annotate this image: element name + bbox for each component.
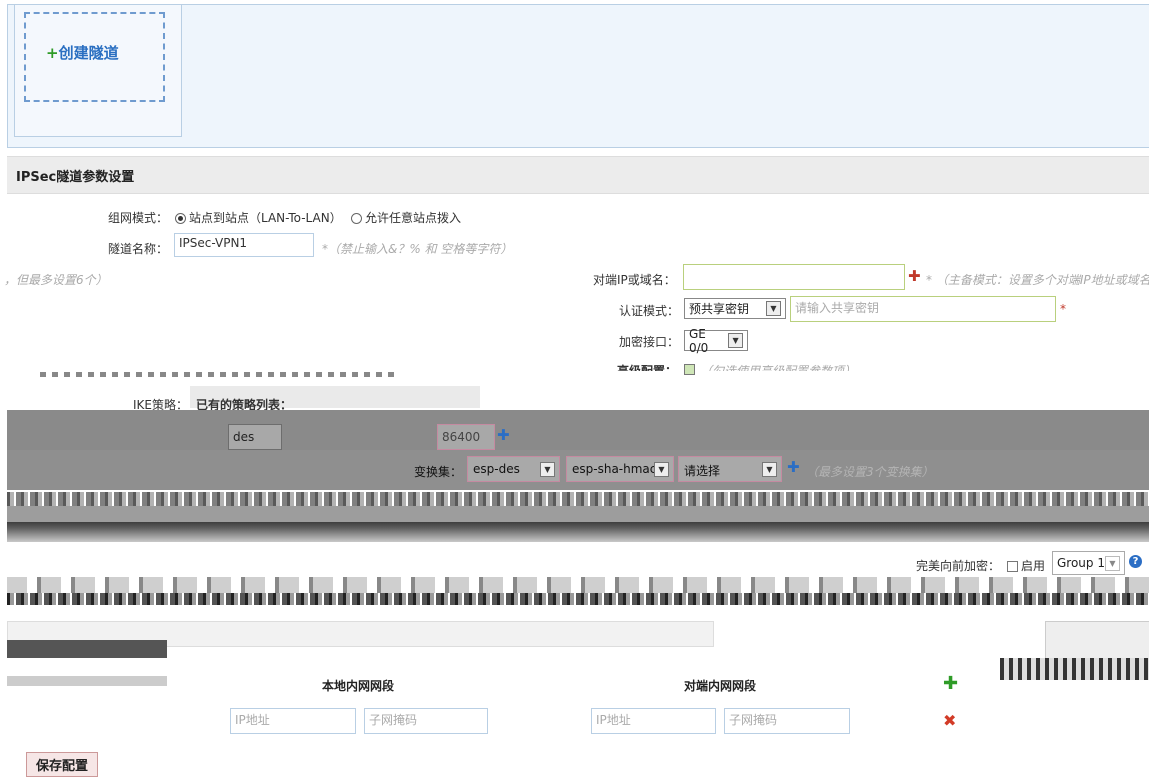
encrypt-iface-label: 加密接口： — [619, 335, 680, 349]
section-header — [7, 156, 1149, 194]
save-config-button[interactable]: 保存配置 — [26, 752, 98, 777]
chevron-down-icon: ▼ — [766, 301, 781, 316]
peer-ip-label: 对端IP或域名： — [593, 273, 676, 287]
glitch-right-panel — [1045, 621, 1149, 663]
pfs-group-value: Group 1 — [1057, 556, 1105, 570]
remove-subnet-icon[interactable]: ✖ — [943, 711, 956, 730]
subnet-table-header — [167, 658, 999, 702]
ike-lifetime-value: 86400 — [442, 430, 481, 444]
chevron-down-icon: ▼ — [540, 462, 555, 477]
radio-lan-to-lan-label: 站点到站点（LAN-To-LAN） — [189, 211, 342, 225]
encrypt-iface-value: GE 0/0 — [689, 326, 709, 355]
checkbox-icon — [684, 364, 695, 375]
create-tunnel-button[interactable]: +创建隧道 — [46, 42, 119, 63]
corrupted-band-1 — [7, 410, 1149, 450]
radio-any-site[interactable]: 允许任意站点拨入 — [351, 209, 461, 226]
transform-label: 变换集： — [414, 465, 463, 479]
pfs-label: 完美向前加密： — [916, 559, 1001, 573]
remote-subnet-header: 对端内网网段 — [684, 679, 757, 693]
chevron-down-icon: ▼ — [728, 333, 743, 348]
glitch-strip — [40, 372, 400, 377]
help-icon[interactable]: ? — [1129, 555, 1142, 568]
network-mode-label: 组网模式： — [108, 211, 169, 225]
create-tunnel-label: 创建隧道 — [58, 44, 119, 62]
left-hint-text: ，但最多设置6个） — [4, 273, 108, 287]
psk-required-mark: * — [1060, 302, 1066, 316]
glitch-dark-1 — [7, 640, 167, 658]
psk-input[interactable]: 请输入共享密钥 — [790, 296, 1056, 322]
tunnel-name-hint: *（禁止输入&？% 和 空格等字符） — [322, 242, 513, 256]
chevron-down-icon: ▼ — [654, 462, 669, 477]
radio-icon-unchecked — [351, 213, 362, 224]
peer-ip-hint: * （主备模式：设置多个对端IP地址或域名 — [926, 273, 1149, 287]
local-subnet-header: 本地内网网段 — [322, 679, 395, 693]
add-icon: + — [46, 44, 59, 62]
tunnel-name-input[interactable]: IPSec-VPN1 — [174, 233, 314, 257]
add-subnet-icon[interactable]: ✚ — [943, 673, 958, 694]
chevron-down-icon: ▼ — [762, 462, 777, 477]
pfs-enable-checkbox[interactable]: 启用 — [1007, 557, 1045, 574]
checkbox-icon — [1007, 561, 1018, 572]
transform-enc-select[interactable]: esp-des ▼ — [467, 456, 560, 482]
advanced-label: 高级配置： — [617, 364, 678, 371]
add-transform-icon[interactable]: ✚ — [787, 458, 800, 476]
add-peer-icon[interactable]: ✚ — [908, 267, 921, 285]
glitch-left-strip — [7, 676, 167, 686]
corrupted-band-3 — [7, 506, 1149, 522]
glitch-noise-1 — [7, 492, 1149, 506]
glitch-strip-2 — [7, 577, 1149, 593]
auth-mode-select[interactable]: 预共享密钥 ▼ — [684, 298, 786, 319]
advanced-checkbox[interactable] — [684, 362, 698, 376]
auth-mode-label: 认证模式： — [619, 304, 680, 318]
remote-ip-input[interactable]: IP地址 — [591, 708, 716, 734]
tunnel-name-label: 隧道名称： — [108, 242, 169, 256]
advanced-hint: （勾选使用高级配置参数项） — [700, 364, 857, 371]
transform-extra-value: 请选择 — [684, 464, 721, 478]
remote-mask-input[interactable]: 子网掩码 — [724, 708, 850, 734]
ike-lifetime-input[interactable]: 86400 — [437, 424, 495, 450]
encrypt-iface-select[interactable]: GE 0/0 ▼ — [684, 327, 748, 355]
transform-hint: （最多设置3个变换集） — [806, 465, 934, 479]
peer-ip-input[interactable] — [683, 264, 905, 290]
ike-enc-value: des — [233, 430, 255, 444]
ike-enc-select[interactable]: des — [228, 424, 282, 450]
transform-hash-select[interactable]: esp-sha-hmac ▼ — [566, 456, 674, 482]
glitch-right-noise — [1000, 658, 1149, 680]
glitch-noise-2 — [7, 593, 1149, 605]
add-ike-icon[interactable]: ✚ — [497, 426, 510, 444]
pfs-group-select[interactable]: Group 1 ▼ — [1052, 551, 1125, 575]
section-title: IPSec隧道参数设置 — [16, 170, 135, 185]
transform-enc-value: esp-des — [473, 462, 520, 476]
radio-icon-checked — [175, 213, 186, 224]
chevron-down-icon: ▼ — [1105, 555, 1120, 571]
transform-extra-select[interactable]: 请选择 ▼ — [678, 456, 782, 482]
radio-lan-to-lan[interactable]: 站点到站点（LAN-To-LAN） — [175, 209, 342, 226]
corrupted-band-4 — [7, 522, 1149, 542]
local-ip-input[interactable]: IP地址 — [230, 708, 356, 734]
pfs-enable-label: 启用 — [1021, 559, 1046, 573]
local-mask-input[interactable]: 子网掩码 — [364, 708, 488, 734]
transform-hash-value: esp-sha-hmac — [572, 462, 657, 476]
auth-mode-value: 预共享密钥 — [689, 302, 750, 316]
radio-any-site-label: 允许任意站点拨入 — [365, 211, 462, 225]
